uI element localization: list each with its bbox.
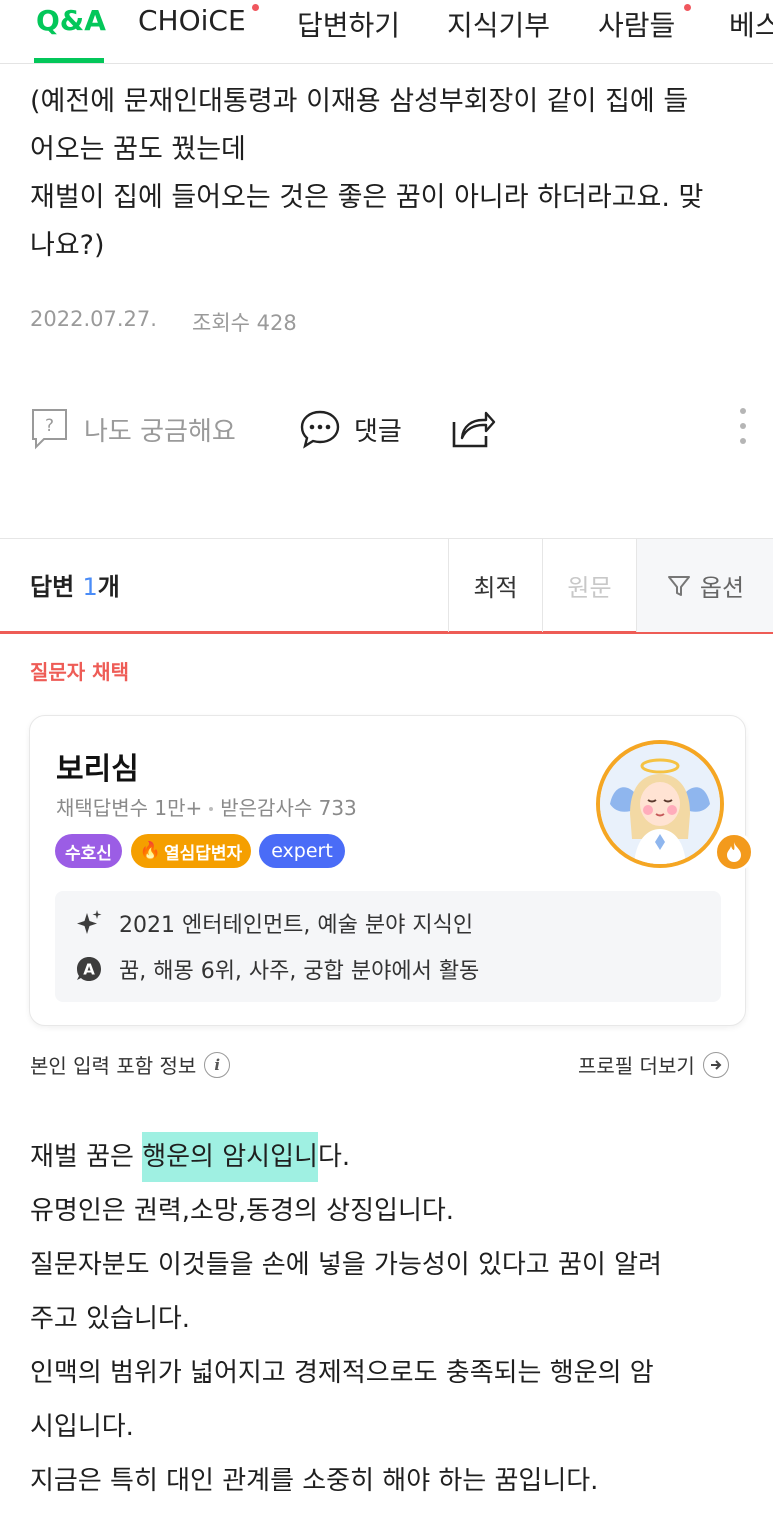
answer-count-suffix: 개: [97, 573, 120, 601]
sort-original-tab[interactable]: 원문: [542, 539, 636, 632]
nav-tab-donation[interactable]: 지식기부: [447, 4, 550, 44]
question-box-icon: ?: [32, 409, 67, 450]
share-button[interactable]: [450, 404, 496, 454]
answer-line: 지금은 특히 대인 관계를 소중히 해야 하는 꿈입니다.: [30, 1466, 599, 1496]
expert-badge-label: expert: [271, 840, 333, 862]
top-nav: Q&A CHOiCE 답변하기 지식기부 사람들 베스: [0, 0, 773, 64]
fire-icon: 🔥: [139, 841, 161, 861]
answer-body: 재벌 꿈은 행운의 암시입니다. 유명인은 권력,소망,동경의 상징입니다. 질…: [30, 1130, 750, 1508]
sort-original-label: 원문: [567, 574, 612, 602]
new-dot-icon: [684, 4, 691, 11]
new-dot-icon: [252, 4, 259, 11]
answer-line: 질문자분도 이것들을 손에 넣을 가능성이 있다고 꿈이 알려: [30, 1250, 662, 1280]
nav-tab-qna[interactable]: Q&A: [36, 4, 106, 37]
answerer-stats: 채택답변수 1만+ 받은감사수 733: [56, 792, 357, 821]
answer-count-number: 1: [82, 573, 98, 601]
comment-bubble-icon: [300, 410, 340, 449]
nav-tab-people[interactable]: 사람들: [598, 4, 675, 44]
options-button[interactable]: 옵션: [636, 539, 773, 632]
answer-count-prefix: 답변: [30, 573, 83, 601]
answer-line: 주고 있습니다.: [30, 1304, 191, 1334]
answerer-profile-card[interactable]: 보리심 채택답변수 1만+ 받은감사수 733 수호신 🔥 열심답변자 expert: [29, 715, 754, 1026]
sort-best-tab[interactable]: 최적: [448, 539, 542, 632]
nav-tab-choice[interactable]: CHOiCE: [138, 4, 246, 37]
curious-button[interactable]: ? 나도 궁금해요: [30, 404, 236, 454]
question-views: 조회수 428: [192, 311, 297, 335]
self-input-info-label: 본인 입력 포함 정보: [30, 1054, 197, 1078]
sort-best-label: 최적: [473, 574, 518, 602]
svg-text:?: ?: [45, 416, 54, 436]
sparkle-icon: [75, 909, 103, 937]
question-date: 2022.07.27.: [30, 307, 157, 331]
info-activity-text: 꿈, 해몽 6위, 사주, 궁합 분야에서 활동: [119, 959, 480, 984]
info-row-activity: A 꿈, 해몽 6위, 사주, 궁합 분야에서 활동: [75, 954, 479, 984]
comment-label: 댓글: [354, 416, 402, 447]
hard-worker-badge: 🔥 열심답변자: [131, 834, 251, 868]
angel-avatar-icon: [600, 744, 720, 864]
guardian-badge: 수호신: [55, 834, 122, 868]
profile-more-link[interactable]: 프로필 더보기: [578, 1050, 729, 1079]
guardian-badge-label: 수호신: [65, 843, 112, 864]
expertise-info-box: 2021 엔터테인먼트, 예술 분야 지식인 A 꿈, 해몽 6위, 사주, 궁…: [55, 891, 721, 1002]
self-input-info[interactable]: 본인 입력 포함 정보 i: [30, 1050, 231, 1079]
adopted-count: 채택답변수 1만+: [56, 796, 203, 820]
answer-list-header: 답변 1개 최적 원문 옵션: [0, 538, 773, 634]
more-options-icon[interactable]: [736, 408, 750, 452]
answer-text: 재벌 꿈은: [30, 1142, 143, 1172]
info-icon: i: [204, 1051, 231, 1078]
info-award-text: 2021 엔터테인먼트, 예술 분야 지식인: [119, 913, 474, 938]
thanks-count: 받은감사수 733: [220, 796, 357, 820]
answer-text: 다.: [317, 1142, 351, 1172]
answer-line: 시입니다.: [30, 1412, 134, 1442]
expert-badge: expert: [259, 834, 345, 868]
hard-worker-badge-label: 열심답변자: [163, 843, 243, 864]
arrow-right-icon: [702, 1051, 729, 1078]
nav-tab-best[interactable]: 베스: [729, 4, 773, 44]
avatar[interactable]: [596, 740, 724, 868]
profile-more-label: 프로필 더보기: [578, 1054, 695, 1078]
question-line: 나요?): [30, 230, 105, 261]
svg-text:A: A: [83, 961, 95, 979]
answer-count: 답변 1개: [30, 567, 120, 602]
curious-label: 나도 궁금해요: [84, 416, 236, 447]
filter-icon: [667, 575, 690, 596]
question-line: (예전에 문재인대통령과 이재용 삼성부회장이 같이 집에 들: [30, 86, 689, 117]
active-tab-indicator: [34, 58, 104, 63]
info-row-award: 2021 엔터테인먼트, 예술 분야 지식인: [75, 908, 473, 938]
share-icon: [452, 411, 496, 448]
question-body: (예전에 문재인대통령과 이재용 삼성부회장이 같이 집에 들 어오는 꿈도 꿨…: [30, 78, 750, 270]
highlighted-text: 행운의 암시입니: [142, 1132, 318, 1182]
question-line: 재벌이 집에 들어오는 것은 좋은 꿈이 아니라 하더라고요. 맞: [30, 182, 704, 213]
options-label: 옵션: [699, 574, 745, 602]
answerer-name[interactable]: 보리심: [56, 744, 139, 788]
nav-tab-answer[interactable]: 답변하기: [297, 4, 400, 44]
answer-line: 인맥의 범위가 넓어지고 경제적으로도 충족되는 행운의 암: [30, 1358, 654, 1388]
fire-rank-icon: [714, 832, 754, 872]
chosen-by-asker-label: 질문자 채택: [30, 660, 129, 684]
question-line: 어오는 꿈도 꿨는데: [30, 134, 246, 165]
answer-line: 재벌 꿈은 행운의 암시입니다.: [30, 1130, 750, 1184]
comment-button[interactable]: 댓글: [298, 404, 402, 454]
answer-a-icon: A: [75, 955, 103, 983]
answer-line: 유명인은 권력,소망,동경의 상징입니다.: [30, 1196, 455, 1226]
